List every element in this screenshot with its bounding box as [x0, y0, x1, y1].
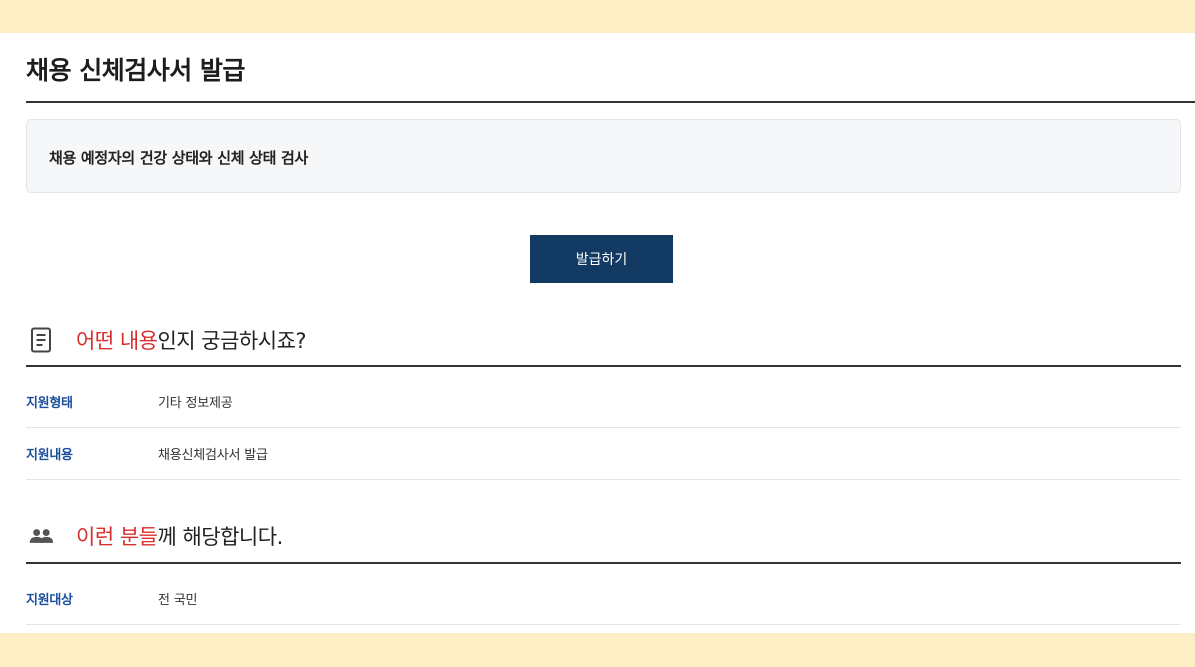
info-value: 기타 정보제공 [158, 396, 233, 411]
info-label: 지원대상 [26, 593, 73, 608]
summary-text: 채용 예정자의 건강 상태와 신체 상태 검사 [49, 149, 309, 167]
issue-button[interactable]: 발급하기 [530, 235, 673, 283]
section-title-rest: 께 해당합니다. [157, 525, 283, 549]
info-value: 전 국민 [158, 593, 198, 608]
content-frame: 채용 신체검사서 발급 채용 예정자의 건강 상태와 신체 상태 검사 발급하기… [0, 33, 1195, 633]
info-row: 지원내용 채용신체검사서 발급 [26, 428, 1181, 480]
title-divider [26, 101, 1195, 103]
info-row: 지원형태 기타 정보제공 [26, 376, 1181, 428]
summary-box: 채용 예정자의 건강 상태와 신체 상태 검사 [26, 119, 1181, 193]
section-title-rest: 인지 궁금하시죠? [157, 329, 307, 353]
section-title-content: 어떤 내용인지 궁금하시죠? [76, 325, 307, 355]
people-icon [28, 523, 54, 549]
section-title-accent: 이런 분들 [76, 525, 158, 549]
page-title: 채용 신체검사서 발급 [26, 56, 245, 85]
info-label: 지원내용 [26, 448, 73, 463]
section-title-accent: 어떤 내용 [76, 329, 158, 353]
document-icon [28, 327, 54, 353]
section-title-target: 이런 분들께 해당합니다. [76, 521, 283, 551]
info-value: 채용신체검사서 발급 [158, 448, 268, 463]
section-divider [26, 562, 1181, 564]
section-header-target: 이런 분들께 해당합니다. [28, 518, 283, 554]
section-divider [26, 365, 1181, 367]
info-row: 지원대상 전 국민 [26, 573, 1181, 625]
section-header-content: 어떤 내용인지 궁금하시죠? [28, 322, 307, 358]
info-label: 지원형태 [26, 396, 73, 411]
